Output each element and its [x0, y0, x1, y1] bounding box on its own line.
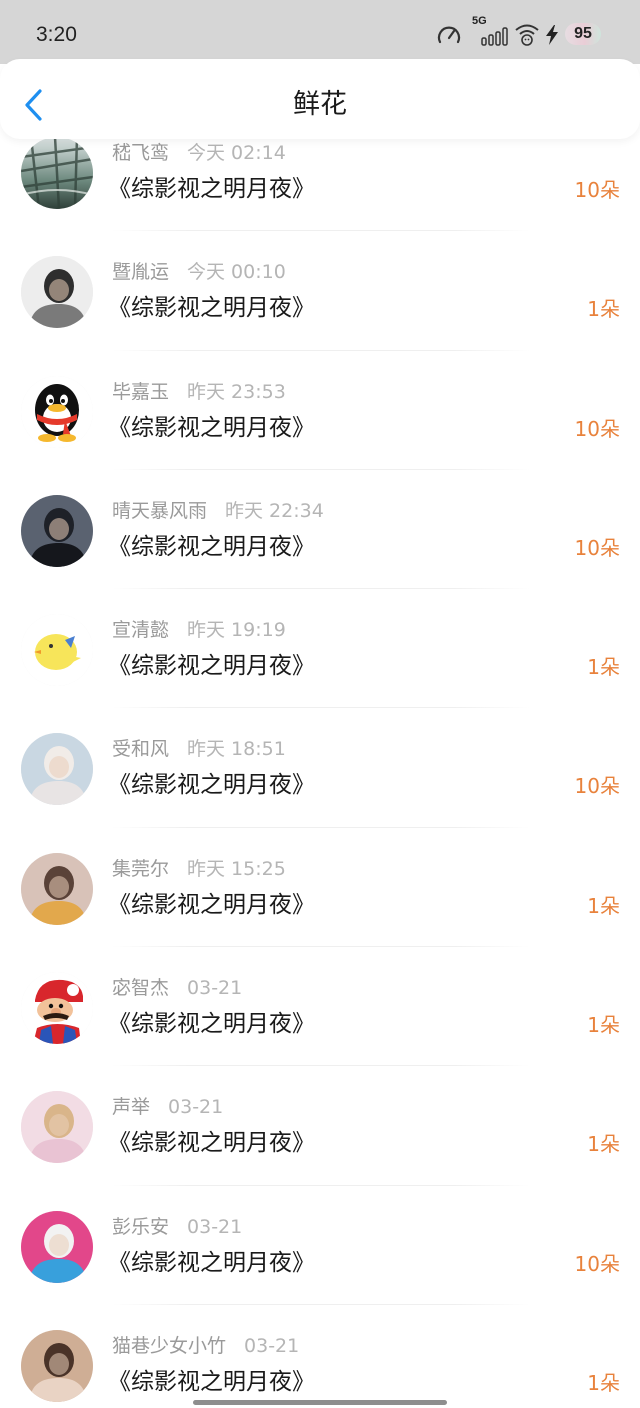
- work-title: 《综影视之明月夜》: [108, 1011, 315, 1038]
- sender-name: 集莞尔: [112, 857, 170, 880]
- work-title: 《综影视之明月夜》: [108, 295, 315, 322]
- avatar[interactable]: [21, 1210, 93, 1283]
- record-timestamp: 昨天 19:19: [187, 619, 286, 642]
- signal-bars-icon: [481, 27, 508, 46]
- record-timestamp: 今天 02:14: [187, 142, 286, 164]
- record-meta: 晴天暴风雨 昨天 22:34: [112, 500, 324, 522]
- flower-amount: 1朵: [587, 1370, 620, 1395]
- flower-amount: 10朵: [574, 774, 620, 799]
- record-meta: 声举 03-21: [112, 1096, 223, 1118]
- row-divider: [112, 1065, 530, 1067]
- flower-amount: 1朵: [587, 297, 620, 322]
- flower-record-row[interactable]: 猫巷少女小竹 03-21 《综影视之明月夜》 1朵: [0, 1306, 640, 1408]
- record-timestamp: 昨天 23:53: [187, 380, 286, 403]
- record-meta: 彭乐安 03-21: [112, 1216, 242, 1238]
- work-title: 《综影视之明月夜》: [108, 1249, 315, 1276]
- avatar[interactable]: [21, 494, 93, 567]
- status-time: 3:20: [36, 23, 77, 46]
- nav-header: 鲜花: [0, 59, 640, 139]
- work-title: 《综影视之明月夜》: [108, 772, 315, 799]
- flower-record-list[interactable]: 嵇飞鸾 今天 02:14 《综影视之明月夜》 10朵 暨胤运 今天 00:10 《综…: [0, 113, 640, 1408]
- flower-amount: 1朵: [587, 893, 620, 918]
- avatar[interactable]: [21, 1329, 93, 1402]
- flower-amount: 10朵: [574, 535, 620, 560]
- work-title: 《综影视之明月夜》: [108, 1368, 315, 1395]
- record-meta: 嵇飞鸾 今天 02:14: [112, 142, 286, 164]
- record-meta: 宓智杰 03-21: [112, 977, 242, 999]
- record-meta: 集莞尔 昨天 15:25: [112, 858, 286, 880]
- sender-name: 嵇飞鸾: [112, 142, 170, 164]
- record-meta: 猫巷少女小竹 03-21: [112, 1335, 299, 1357]
- flower-record-row[interactable]: 宓智杰 03-21 《综影视之明月夜》 1朵: [0, 948, 640, 1067]
- record-timestamp: 昨天 22:34: [225, 499, 324, 522]
- row-divider: [112, 230, 530, 232]
- avatar[interactable]: [21, 614, 93, 687]
- record-timestamp: 03-21: [187, 977, 243, 1000]
- record-timestamp: 今天 00:10: [187, 261, 286, 284]
- record-timestamp: 03-21: [187, 1215, 243, 1238]
- flower-amount: 1朵: [587, 1132, 620, 1157]
- speedometer-icon: [437, 26, 461, 44]
- sender-name: 彭乐安: [112, 1215, 170, 1238]
- avatar[interactable]: [21, 137, 93, 209]
- flower-record-row[interactable]: 集莞尔 昨天 15:25 《综影视之明月夜》 1朵: [0, 829, 640, 948]
- row-divider: [112, 1303, 530, 1305]
- sender-name: 毕嘉玉: [112, 380, 170, 403]
- row-divider: [112, 1184, 530, 1186]
- record-timestamp: 03-21: [244, 1334, 300, 1357]
- row-divider: [112, 826, 530, 828]
- flower-amount: 1朵: [587, 655, 620, 680]
- wifi-icon: [515, 24, 539, 46]
- flower-record-row[interactable]: 彭乐安 03-21 《综影视之明月夜》 10朵: [0, 1187, 640, 1306]
- avatar[interactable]: [21, 256, 93, 329]
- sender-name: 受和风: [112, 738, 170, 761]
- battery-level: 95: [574, 25, 592, 42]
- avatar[interactable]: [21, 852, 93, 925]
- work-title: 《综影视之明月夜》: [108, 414, 315, 441]
- row-divider: [112, 946, 530, 948]
- record-meta: 受和风 昨天 18:51: [112, 738, 286, 760]
- flower-record-row[interactable]: 暨胤运 今天 00:10 《综影视之明月夜》 1朵: [0, 232, 640, 351]
- flower-amount: 1朵: [587, 1013, 620, 1038]
- sender-name: 猫巷少女小竹: [112, 1334, 227, 1357]
- flower-record-row[interactable]: 受和风 昨天 18:51 《综影视之明月夜》 10朵: [0, 709, 640, 828]
- row-divider: [112, 349, 530, 351]
- record-meta: 暨胤运 今天 00:10: [112, 261, 286, 283]
- flower-amount: 10朵: [574, 1251, 620, 1276]
- record-meta: 宣清懿 昨天 19:19: [112, 619, 286, 641]
- sender-name: 声举: [112, 1096, 151, 1119]
- sender-name: 宓智杰: [112, 977, 170, 1000]
- work-title: 《综影视之明月夜》: [108, 891, 315, 918]
- battery-indicator: 95: [565, 23, 601, 45]
- work-title: 《综影视之明月夜》: [108, 653, 315, 680]
- row-divider: [112, 707, 530, 709]
- work-title: 《综影视之明月夜》: [108, 1130, 315, 1157]
- record-timestamp: 昨天 15:25: [187, 857, 286, 880]
- avatar[interactable]: [21, 375, 93, 448]
- flower-amount: 10朵: [574, 416, 620, 441]
- page-title: 鲜花: [293, 89, 347, 120]
- record-meta: 毕嘉玉 昨天 23:53: [112, 381, 286, 403]
- avatar[interactable]: [21, 1091, 93, 1164]
- sender-name: 晴天暴风雨: [112, 499, 208, 522]
- avatar[interactable]: [21, 972, 93, 1045]
- work-title: 《综影视之明月夜》: [108, 533, 315, 560]
- home-indicator[interactable]: [193, 1400, 447, 1405]
- sender-name: 暨胤运: [112, 261, 170, 284]
- charging-bolt-icon: [546, 25, 558, 45]
- flower-record-row[interactable]: 宣清懿 昨天 19:19 《综影视之明月夜》 1朵: [0, 590, 640, 709]
- flower-record-row[interactable]: 晴天暴风雨 昨天 22:34 《综影视之明月夜》 10朵: [0, 471, 640, 590]
- record-timestamp: 昨天 18:51: [187, 738, 286, 761]
- row-divider: [112, 588, 530, 590]
- flower-amount: 10朵: [574, 178, 620, 202]
- work-title: 《综影视之明月夜》: [108, 176, 315, 202]
- row-divider: [112, 468, 530, 470]
- record-timestamp: 03-21: [168, 1096, 224, 1119]
- flower-record-row[interactable]: 毕嘉玉 昨天 23:53 《综影视之明月夜》 10朵: [0, 352, 640, 471]
- avatar[interactable]: [21, 733, 93, 806]
- status-bar: 3:20 5G 95: [0, 0, 640, 64]
- flower-record-row[interactable]: 声举 03-21 《综影视之明月夜》 1朵: [0, 1067, 640, 1186]
- sender-name: 宣清懿: [112, 619, 170, 642]
